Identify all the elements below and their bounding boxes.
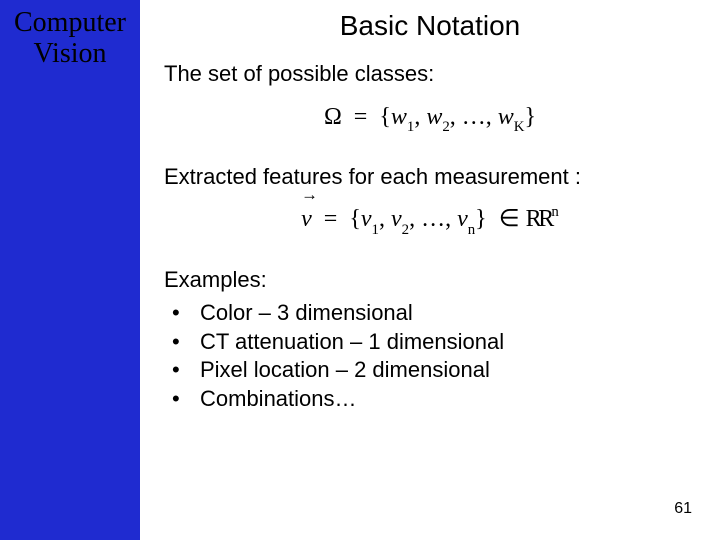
page-number: 61: [674, 500, 692, 518]
equals-sym: =: [354, 104, 368, 130]
real-sym: RR: [526, 206, 552, 232]
vec-v: → v: [301, 204, 312, 234]
list-item: Color – 3 dimensional: [164, 299, 696, 328]
w-sym: w: [498, 104, 514, 130]
in-sym: ∈: [499, 206, 520, 232]
v-sym: v: [301, 206, 312, 232]
w-sym: w: [426, 104, 442, 130]
dots-sym: …: [421, 206, 445, 232]
equals-sym: =: [324, 206, 338, 232]
list-item: CT attenuation – 1 dimensional: [164, 328, 696, 357]
examples-label: Examples:: [164, 266, 696, 294]
formula-features: → v = {v1, v2, …, vn} ∈ RRn: [164, 204, 696, 237]
w-sym: w: [391, 104, 407, 130]
formula-classes: Ω = {w1, w2, …, wK}: [164, 102, 696, 135]
sub-1: 1: [372, 222, 379, 238]
brace-open: {: [349, 206, 361, 232]
sub-2: 2: [442, 119, 449, 135]
brace-close: }: [525, 104, 537, 130]
brace-close: }: [475, 206, 487, 232]
sup-n: n: [551, 204, 558, 220]
v-sym: v: [391, 206, 402, 232]
v-sym: v: [361, 206, 372, 232]
para-features: Extracted features for each measurement …: [164, 163, 696, 191]
para-classes: The set of possible classes:: [164, 60, 696, 88]
slide-title: Basic Notation: [164, 10, 696, 42]
sidebar-title-line2: Vision: [0, 39, 140, 70]
omega-sym: Ω: [324, 104, 342, 130]
sub-1: 1: [407, 119, 414, 135]
v-sym: v: [457, 206, 468, 232]
list-item: Pixel location – 2 dimensional: [164, 356, 696, 385]
slide-content: Basic Notation The set of possible class…: [140, 0, 720, 540]
sidebar-title: Computer Vision: [0, 0, 140, 70]
sub-2: 2: [402, 222, 409, 238]
sidebar: Computer Vision: [0, 0, 140, 540]
dots-sym: …: [462, 104, 486, 130]
sidebar-title-line1: Computer: [0, 8, 140, 39]
examples-list: Color – 3 dimensional CT attenuation – 1…: [164, 299, 696, 413]
sub-n: n: [468, 222, 475, 238]
brace-open: {: [379, 104, 391, 130]
sub-K: K: [514, 119, 525, 135]
list-item: Combinations…: [164, 385, 696, 414]
